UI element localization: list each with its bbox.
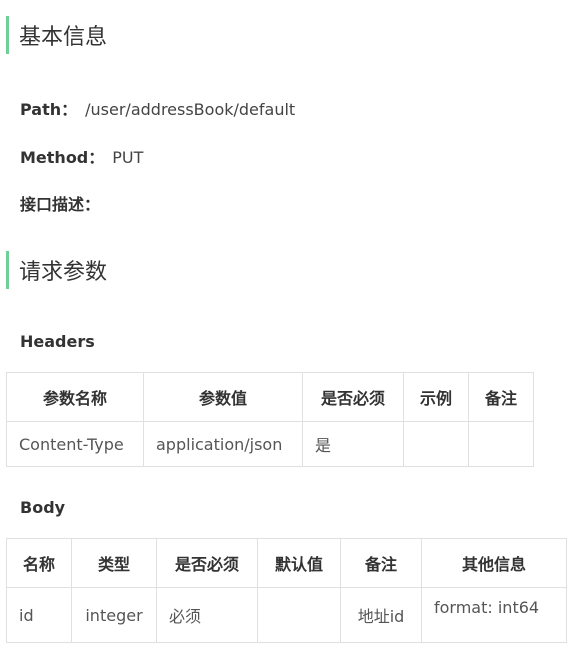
section-title-basic-info: 基本信息 [19,25,108,50]
headers-cell-remark [468,421,534,467]
body-subtitle: Body [20,498,66,517]
headers-col-required: 是否必须 [302,372,404,422]
body-table-header-row: 名称 类型 是否必须 默认值 备注 其他信息 [6,538,567,588]
path-row: Path： /user/addressBook/default [20,96,295,120]
description-label: 接口描述： [20,195,101,214]
body-cell-required: 必须 [156,587,258,643]
body-col-name: 名称 [6,538,72,588]
table-row: Content-Type application/json 是 [6,421,534,467]
method-label: Method： [20,148,105,167]
body-cell-default [257,587,341,643]
body-table: 名称 类型 是否必须 默认值 备注 其他信息 id integer 必须 地址i… [6,538,567,643]
description-row: 接口描述： [20,191,100,215]
headers-col-example: 示例 [403,372,469,422]
headers-table: 参数名称 参数值 是否必须 示例 备注 Content-Type applica… [6,372,534,467]
body-cell-other-info: format: int64 [421,587,567,643]
section-header-basic-info: 基本信息 [6,16,107,54]
path-value: /user/addressBook/default [85,100,296,119]
method-value: PUT [112,148,144,167]
section-title-request-params: 请求参数 [19,260,108,285]
body-cell-type: integer [71,587,157,643]
body-col-default: 默认值 [257,538,341,588]
body-col-type: 类型 [71,538,157,588]
method-row: Method： PUT [20,144,143,168]
path-label: Path： [20,100,78,119]
headers-col-name: 参数名称 [6,372,144,422]
body-col-required: 是否必须 [156,538,258,588]
body-cell-remark: 地址id [340,587,422,643]
headers-table-header-row: 参数名称 参数值 是否必须 示例 备注 [6,372,534,422]
headers-col-remark: 备注 [468,372,534,422]
headers-subtitle: Headers [20,332,95,351]
body-col-remark: 备注 [340,538,422,588]
headers-cell-example [403,421,469,467]
body-cell-name: id [6,587,72,643]
headers-cell-value: application/json [143,421,303,467]
headers-col-value: 参数值 [143,372,303,422]
headers-cell-required: 是 [302,421,404,467]
section-header-request-params: 请求参数 [6,251,107,289]
headers-cell-name: Content-Type [6,421,144,467]
body-col-other-info: 其他信息 [421,538,567,588]
table-row: id integer 必须 地址id format: int64 [6,587,567,643]
